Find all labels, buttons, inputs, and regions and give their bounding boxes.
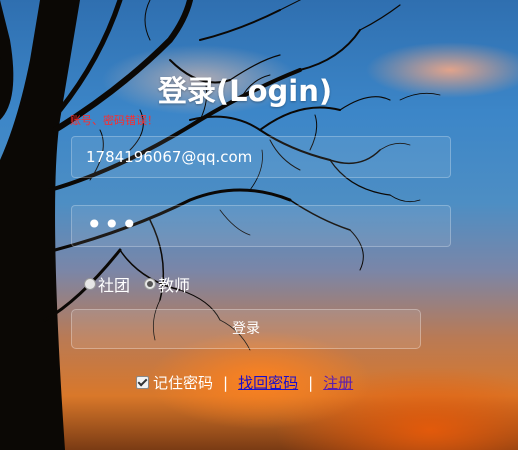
page-title: 登录(Login) — [157, 74, 333, 108]
separator-1: | — [223, 373, 229, 392]
error-message: 账号、密码错误！ — [70, 114, 158, 127]
role-label-teacher: 教师 — [158, 276, 191, 295]
role-label-club: 社团 — [98, 276, 131, 295]
radio-teacher[interactable] — [144, 278, 157, 290]
register-link[interactable]: 注册 — [323, 372, 353, 393]
role-radio-group: 社团 教师 — [84, 272, 204, 296]
role-option-teacher[interactable]: 教师 — [144, 272, 190, 296]
password-input[interactable]: ••• — [71, 205, 451, 247]
remember-password-checkbox[interactable] — [136, 376, 149, 389]
remember-password-label: 记住密码 — [153, 374, 214, 392]
forgot-password-link[interactable]: 找回密码 — [238, 372, 298, 393]
login-button[interactable]: 登录 — [71, 309, 421, 349]
role-option-club[interactable]: 社团 — [84, 272, 130, 296]
bottom-links: 记住密码 | 找回密码 | 注册 — [136, 372, 353, 393]
radio-club[interactable] — [84, 278, 96, 290]
username-input[interactable]: 1784196067@qq.com — [71, 136, 451, 178]
separator-2: | — [308, 373, 314, 392]
